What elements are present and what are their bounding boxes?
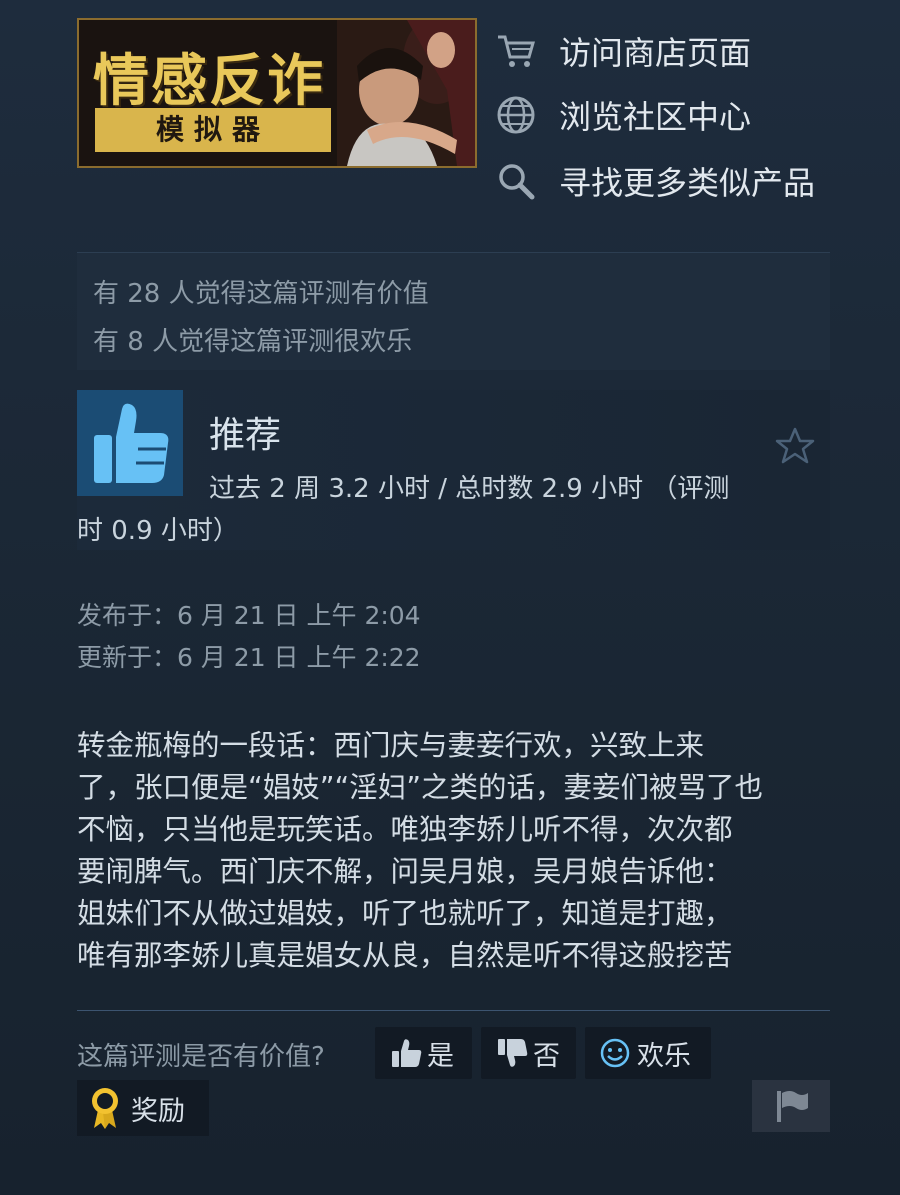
- report-button[interactable]: [752, 1080, 830, 1132]
- find-similar-label: 寻找更多类似产品: [559, 164, 816, 202]
- vote-funny-button[interactable]: 欢乐: [585, 1027, 711, 1079]
- star-icon[interactable]: [775, 426, 815, 466]
- helpful-counts: 有 28 人觉得这篇评测有价值 有 8 人觉得这篇评测很欢乐: [77, 252, 830, 370]
- cart-icon: [495, 30, 537, 72]
- vote-yes-label: 是: [427, 1040, 454, 1072]
- posted-date: 发布于：6 月 21 日 上午 2:04: [77, 601, 421, 630]
- award-button[interactable]: 奖励: [77, 1080, 209, 1136]
- banner-subtitle: 模拟器: [95, 108, 331, 152]
- award-ribbon-icon: [89, 1086, 121, 1130]
- globe-icon: [495, 94, 537, 136]
- review-page: 情感反诈 模拟器 访问商店页面 浏览社区中心 寻找更多类似产品 有 28 人觉得…: [0, 0, 900, 1195]
- community-hub-link[interactable]: 浏览社区中心: [495, 90, 855, 140]
- updated-date: 更新于：6 月 21 日 上午 2:22: [77, 643, 421, 672]
- hours-played-continued: 时 0.9 小时）: [77, 516, 239, 546]
- vote-no-label: 否: [533, 1040, 560, 1072]
- banner-title: 情感反诈: [93, 48, 325, 114]
- review-body: 转金瓶梅的一段话：西门庆与妻妾行欢，兴致上来 了，张口便是“娼妓”“淫妇”之类的…: [77, 729, 764, 972]
- vote-question: 这篇评测是否有价值?: [77, 1042, 325, 1072]
- thumbs-up-tile[interactable]: [77, 390, 183, 496]
- vote-yes-button[interactable]: 是: [375, 1027, 472, 1079]
- vote-no-button[interactable]: 否: [481, 1027, 576, 1079]
- thumbs-up-icon: [94, 403, 169, 483]
- vote-funny-label: 欢乐: [637, 1040, 691, 1072]
- funny-count: 有 8 人觉得这篇评测很欢乐: [93, 327, 413, 357]
- smiley-icon: [599, 1037, 633, 1069]
- visit-store-label: 访问商店页面: [559, 34, 752, 72]
- flag-icon: [777, 1091, 808, 1122]
- search-icon: [495, 160, 537, 202]
- thumbs-down-icon: [495, 1038, 529, 1068]
- hours-played: 过去 2 周 3.2 小时 / 总时数 2.9 小时 （评测: [209, 474, 730, 504]
- game-banner[interactable]: 情感反诈 模拟器: [77, 18, 477, 168]
- visit-store-link[interactable]: 访问商店页面: [495, 26, 855, 76]
- award-label: 奖励: [131, 1095, 185, 1127]
- divider: [77, 1010, 830, 1011]
- banner-artwork: [337, 20, 475, 166]
- recommendation-header: 推荐 过去 2 周 3.2 小时 / 总时数 2.9 小时 （评测 时 0.9 …: [77, 390, 830, 550]
- find-similar-link[interactable]: 寻找更多类似产品: [495, 156, 855, 206]
- community-hub-label: 浏览社区中心: [559, 98, 752, 136]
- valuable-count: 有 28 人觉得这篇评测有价值: [93, 279, 429, 309]
- recommendation-label: 推荐: [209, 415, 282, 456]
- thumbs-up-icon: [389, 1038, 423, 1068]
